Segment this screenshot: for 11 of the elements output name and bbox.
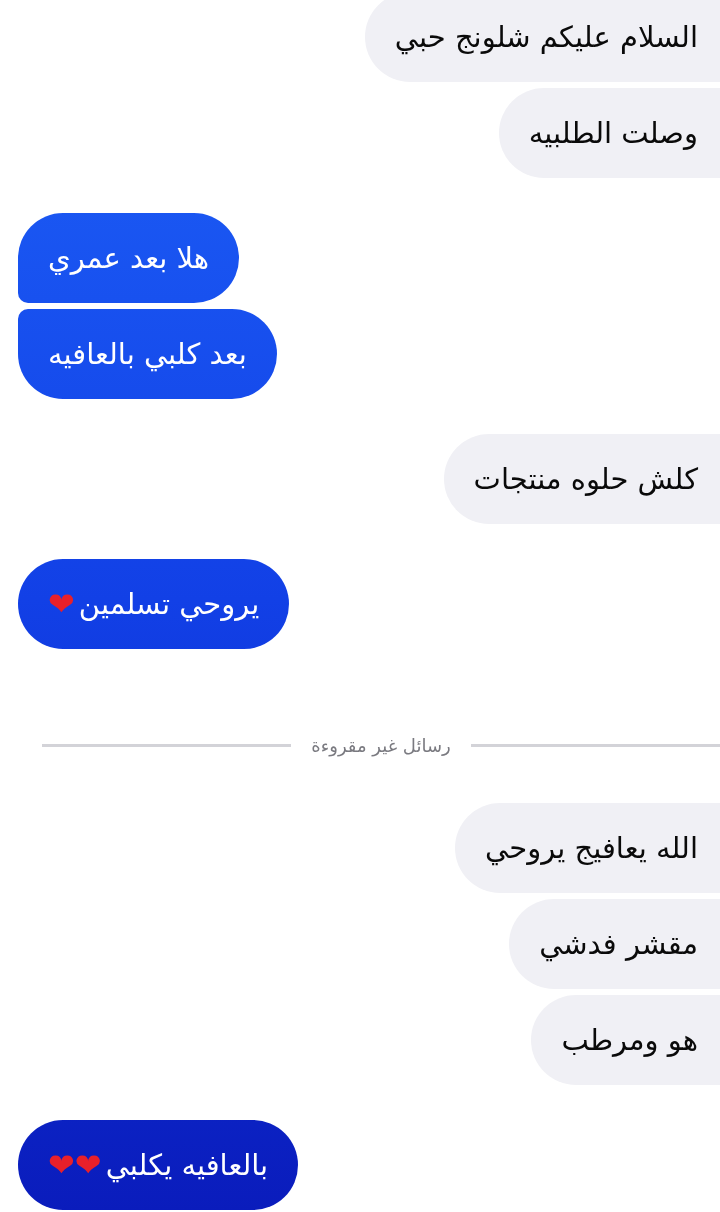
received-message: كلش حلوه منتجات	[443, 434, 720, 524]
sent-message: بالعافيه يكلبي❤❤	[18, 1120, 299, 1210]
received-message: وصلت الطلبيه	[498, 88, 720, 178]
sent-message: بعد كلبي بالعافيه	[18, 309, 277, 399]
sent-message: هلا بعد عمري	[18, 213, 240, 303]
sent-message: يروحي تسلمين❤	[18, 559, 290, 649]
received-message: مقشر فدشي	[509, 899, 720, 989]
unread-divider-label: رسائل غير مقروءة	[311, 734, 451, 756]
received-message: السلام عليكم شلونج حبي	[364, 0, 720, 82]
received-message: هو ومرطب	[531, 995, 720, 1085]
received-message: الله يعافيج يروحي	[455, 803, 720, 893]
